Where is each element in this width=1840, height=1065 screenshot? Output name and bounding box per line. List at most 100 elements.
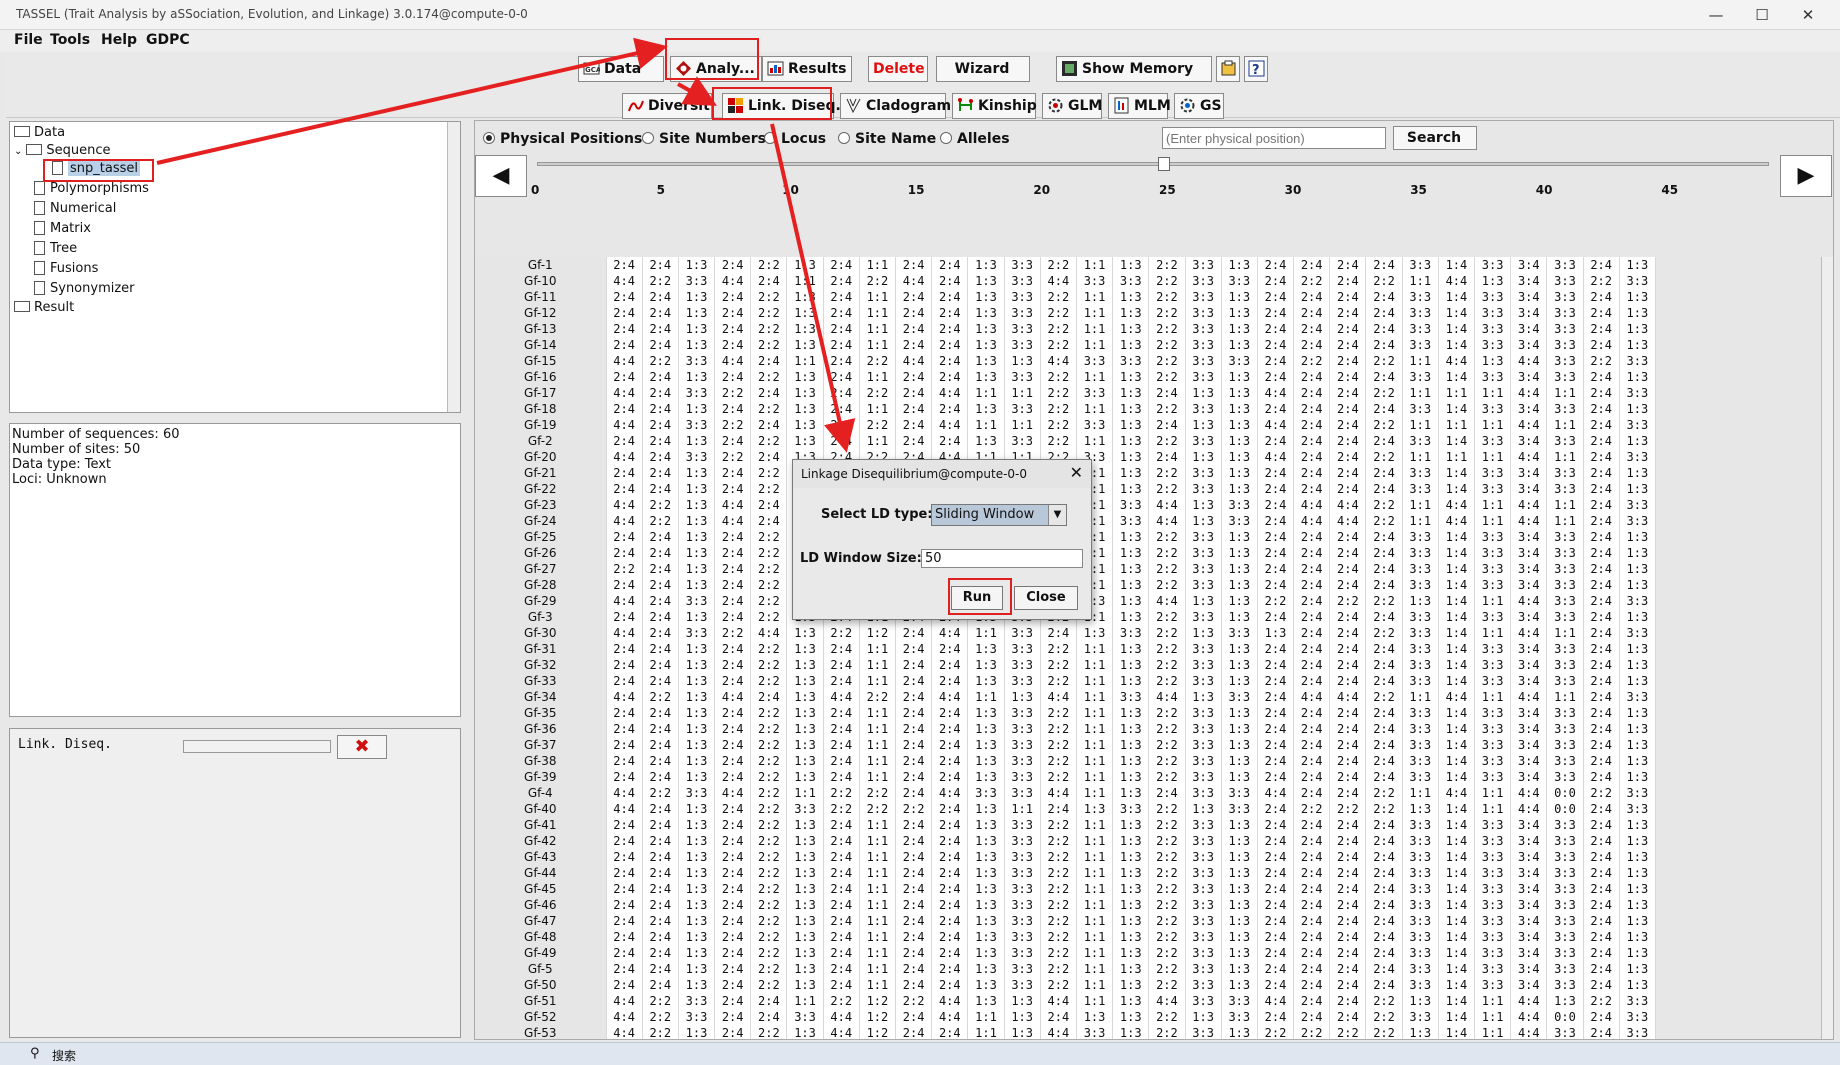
table-cell[interactable]: 2:2	[1040, 305, 1077, 321]
table-cell[interactable]: 1:3	[678, 849, 716, 865]
table-cell[interactable]: 3:3	[1185, 881, 1222, 897]
table-cell[interactable]: 2:2	[1148, 305, 1186, 321]
table-cell[interactable]: 2:4	[1365, 321, 1403, 337]
table-cell[interactable]: 4:4	[1510, 689, 1548, 705]
table-cell[interactable]: 1:3	[678, 321, 716, 337]
table-cell[interactable]: 1:3	[967, 865, 1005, 881]
table-cell[interactable]: 2:4	[931, 753, 969, 769]
table-cell[interactable]: 4:4	[606, 1009, 643, 1025]
table-cell[interactable]: 2:2	[1293, 353, 1331, 369]
table-cell[interactable]: 2:4	[931, 257, 969, 273]
table-cell[interactable]: 4:4	[1510, 993, 1548, 1009]
table-cell[interactable]: 4:4	[1257, 993, 1295, 1009]
table-cell[interactable]: 3:3	[1185, 641, 1222, 657]
table-cell[interactable]: 4:4	[823, 1025, 860, 1039]
table-cell[interactable]: 3:3	[1004, 305, 1041, 321]
table-cell[interactable]: 3:3	[1185, 321, 1222, 337]
table-cell[interactable]: 2:4	[606, 609, 643, 625]
table-cell[interactable]: 1:1	[1076, 689, 1114, 705]
table-cell[interactable]: 2:2	[1148, 1025, 1186, 1039]
table-cell[interactable]: 1:3	[1112, 465, 1150, 481]
table-cell[interactable]: 1:3	[1112, 433, 1150, 449]
table-cell[interactable]: 2:4	[1293, 641, 1331, 657]
table-cell[interactable]: 1:1	[1076, 785, 1114, 801]
table-cell[interactable]: 1:3	[1112, 849, 1150, 865]
table-cell[interactable]: 2:4	[606, 257, 643, 273]
table-cell[interactable]: 2:4	[714, 321, 752, 337]
table-cell[interactable]: 1:3	[786, 721, 824, 737]
table-cell[interactable]: 1:3	[786, 321, 824, 337]
table-cell[interactable]: 3:3	[1474, 961, 1512, 977]
table-cell[interactable]: 4:4	[1438, 689, 1476, 705]
table-cell[interactable]: 2:2	[1148, 929, 1186, 945]
table-cell[interactable]: 2:4	[1257, 641, 1295, 657]
table-cell[interactable]: 2:4	[1293, 769, 1331, 785]
table-cell[interactable]: 2:4	[931, 433, 969, 449]
table-cell[interactable]: 3:3	[1546, 897, 1584, 913]
table-cell[interactable]: 4:4	[1438, 353, 1476, 369]
table-cell[interactable]: 1:3	[1619, 321, 1656, 337]
table-cell[interactable]: 2:2	[1040, 417, 1077, 433]
table-cell[interactable]: 2:4	[895, 929, 933, 945]
table-cell[interactable]: 1:3	[678, 513, 716, 529]
table-cell[interactable]: 2:2	[1040, 673, 1077, 689]
table-cell[interactable]: 2:4	[1293, 721, 1331, 737]
table-cell[interactable]: 3:3	[1112, 689, 1150, 705]
table-cell[interactable]: 1:3	[1185, 593, 1222, 609]
table-cell[interactable]: 2:4	[931, 321, 969, 337]
table-cell[interactable]: 2:4	[1293, 993, 1331, 1009]
table-cell[interactable]: 2:4	[1365, 545, 1403, 561]
table-cell[interactable]: 1:3	[786, 641, 824, 657]
table-cell[interactable]: 2:4	[931, 945, 969, 961]
table-cell[interactable]: 2:4	[1257, 753, 1295, 769]
table-cell[interactable]: 2:4	[1365, 289, 1403, 305]
table-cell[interactable]: 2:4	[642, 593, 679, 609]
table-cell[interactable]: 2:4	[642, 337, 679, 353]
table-cell[interactable]: 2:2	[859, 417, 897, 433]
table-cell[interactable]: 1:3	[967, 369, 1005, 385]
table-cell[interactable]: 1:3	[1221, 289, 1258, 305]
table-cell[interactable]: 2:2	[750, 913, 788, 929]
table-cell[interactable]: 1:3	[1619, 561, 1656, 577]
table-cell[interactable]: 2:4	[1329, 305, 1367, 321]
table-cell[interactable]: 2:4	[642, 945, 679, 961]
table-cell[interactable]: 2:4	[1329, 337, 1367, 353]
table-cell[interactable]: 2:4	[823, 641, 860, 657]
table-cell[interactable]: 2:4	[606, 577, 643, 593]
table-cell[interactable]: 3:3	[1004, 369, 1041, 385]
table-cell[interactable]: 2:4	[1293, 401, 1331, 417]
table-cell[interactable]: 2:2	[1148, 945, 1186, 961]
table-cell[interactable]: 3:3	[1474, 881, 1512, 897]
table-cell[interactable]: 2:4	[1329, 929, 1367, 945]
table-cell[interactable]: 1:4	[1438, 945, 1476, 961]
table-cell[interactable]: 2:4	[714, 977, 752, 993]
table-cell[interactable]: 2:4	[1257, 737, 1295, 753]
table-cell[interactable]: 4:4	[931, 993, 969, 1009]
table-cell[interactable]: 1:3	[678, 689, 716, 705]
table-cell[interactable]: 4:4	[1257, 449, 1295, 465]
table-cell[interactable]: 1:1	[1004, 801, 1041, 817]
table-cell[interactable]: 2:4	[931, 737, 969, 753]
table-cell[interactable]: 1:3	[1004, 1009, 1041, 1025]
table-cell[interactable]: 1:3	[678, 929, 716, 945]
table-cell[interactable]: 1:3	[1112, 961, 1150, 977]
table-cell[interactable]: 1:3	[1619, 369, 1656, 385]
table-cell[interactable]: 3:3	[1474, 305, 1512, 321]
table-cell[interactable]: 1:1	[859, 657, 897, 673]
table-cell[interactable]: 1:1	[1546, 385, 1584, 401]
table-cell[interactable]: 1:1	[1076, 817, 1114, 833]
table-cell[interactable]: 2:4	[1293, 881, 1331, 897]
table-row[interactable]: Gf-41 2:4 2:4 1:3 2:4 2:2 1:3 2:4 1:1 2:4 2:4 1:3 3:…	[475, 817, 1656, 833]
table-row[interactable]: Gf-44 2:4 2:4 1:3 2:4 2:2 1:3 2:4 1:1 2:4 2:4 1:3 3:…	[475, 865, 1656, 881]
table-cell[interactable]: 2:4	[1257, 561, 1295, 577]
table-cell[interactable]: 2:4	[895, 289, 933, 305]
tree-node-polymorphisms[interactable]: Polymorphisms	[34, 181, 149, 196]
table-cell[interactable]: 1:3	[1112, 337, 1150, 353]
table-cell[interactable]: 2:2	[859, 689, 897, 705]
table-cell[interactable]: 3:3	[1402, 529, 1439, 545]
table-cell[interactable]: 1:3	[1619, 881, 1656, 897]
table-cell[interactable]: 2:4	[606, 289, 643, 305]
table-cell[interactable]: 2:4	[1293, 337, 1331, 353]
table-cell[interactable]: 2:4	[931, 833, 969, 849]
table-cell[interactable]: 1:3	[1112, 929, 1150, 945]
